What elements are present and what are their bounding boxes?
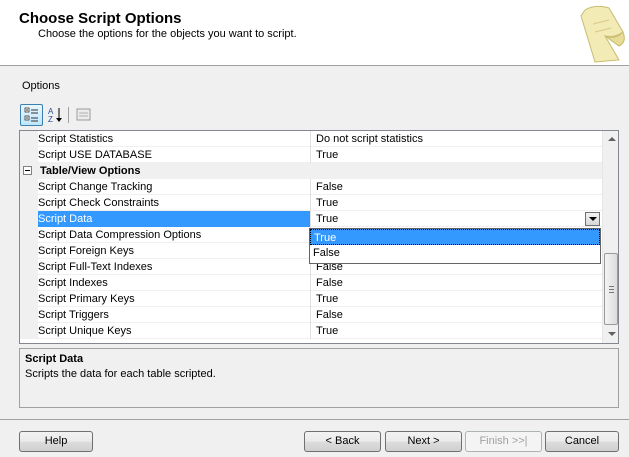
dropdown-option-false[interactable]: False (310, 245, 600, 261)
property-value[interactable]: True (310, 291, 602, 307)
grid-row[interactable]: Script Change Tracking False (20, 179, 602, 195)
next-button[interactable]: Next > (385, 431, 462, 452)
grid-row[interactable]: Script Unique Keys True (20, 323, 602, 339)
description-text: Scripts the data for each table scripted… (25, 368, 216, 380)
dropdown-arrow-icon[interactable] (585, 212, 600, 226)
grip-icon (609, 286, 614, 293)
dropdown-option-true[interactable]: True (310, 229, 600, 245)
description-title: Script Data (25, 353, 84, 365)
footer-divider (0, 419, 629, 420)
collapse-icon[interactable] (23, 166, 32, 175)
grid-row[interactable]: Script USE DATABASE True (20, 147, 602, 163)
wizard-header: Choose Script Options Choose the options… (0, 0, 629, 66)
category-label: Table/View Options (40, 165, 141, 177)
property-pages-icon (76, 108, 91, 121)
property-name: Script Statistics (38, 133, 114, 145)
grid-row[interactable]: Script Data True (20, 211, 602, 227)
options-label: Options (22, 80, 60, 92)
grid-row[interactable]: Script Triggers False (20, 307, 602, 323)
finish-button[interactable]: Finish >>| (465, 431, 542, 452)
categorized-view-icon (24, 107, 38, 122)
row-gutter (20, 275, 38, 291)
property-name: Script Data Compression Options (38, 229, 202, 241)
description-panel: Script Data Scripts the data for each ta… (19, 348, 619, 408)
row-gutter (20, 291, 38, 307)
cancel-button[interactable]: Cancel (545, 431, 619, 452)
row-gutter (20, 179, 38, 195)
alphabetical-sort-icon: A Z (48, 107, 62, 124)
property-name: Script Indexes (38, 277, 108, 289)
grid-row[interactable]: Script Primary Keys True (20, 291, 602, 307)
property-value[interactable]: True (310, 195, 602, 211)
row-gutter (20, 227, 38, 243)
property-name: Script Unique Keys (38, 325, 132, 337)
property-name: Script Change Tracking (38, 181, 153, 193)
categorized-view-button[interactable] (20, 104, 43, 126)
vertical-scrollbar[interactable] (602, 131, 618, 343)
back-button[interactable]: < Back (304, 431, 381, 452)
row-gutter (20, 307, 38, 323)
property-name: Script Check Constraints (38, 197, 160, 209)
row-gutter (20, 147, 38, 163)
property-value[interactable]: False (310, 275, 602, 291)
grid-row[interactable]: Script Indexes False (20, 275, 602, 291)
property-value[interactable]: True (310, 147, 602, 163)
property-pages-button[interactable] (72, 104, 95, 126)
property-name: Script Primary Keys (38, 293, 135, 305)
property-name: Script Foreign Keys (38, 245, 134, 257)
scroll-down-icon[interactable] (603, 326, 618, 343)
grid-row[interactable]: Script Statistics Do not script statistic… (20, 131, 602, 147)
page-title: Choose Script Options (19, 10, 182, 27)
row-gutter (20, 131, 38, 147)
toolbar-separator (68, 107, 69, 123)
property-value[interactable]: False (310, 179, 602, 195)
property-value[interactable]: True (310, 323, 602, 339)
help-button[interactable]: Help (19, 431, 93, 452)
property-name: Script USE DATABASE (38, 149, 152, 161)
row-gutter (20, 211, 38, 227)
alphabetical-sort-button[interactable]: A Z (44, 104, 67, 126)
property-name: Script Triggers (38, 309, 109, 321)
row-gutter (20, 195, 38, 211)
grid-category-row[interactable]: Table/View Options (20, 163, 602, 179)
row-gutter (20, 259, 38, 275)
scroll-up-icon[interactable] (603, 131, 618, 148)
property-name: Script Full-Text Indexes (38, 261, 153, 273)
scroll-thumb[interactable] (604, 253, 618, 325)
grid-row[interactable]: Script Check Constraints True (20, 195, 602, 211)
value-dropdown-list[interactable]: True False (309, 228, 601, 264)
property-name: Script Data (38, 211, 310, 227)
page-subtitle: Choose the options for the objects you w… (38, 28, 297, 40)
property-value[interactable]: Do not script statistics (310, 131, 602, 147)
scroll-icon (580, 5, 625, 63)
property-value[interactable]: True (310, 211, 602, 227)
svg-text:Z: Z (48, 115, 53, 124)
row-gutter (20, 243, 38, 259)
row-gutter (20, 323, 38, 339)
property-value[interactable]: False (310, 307, 602, 323)
